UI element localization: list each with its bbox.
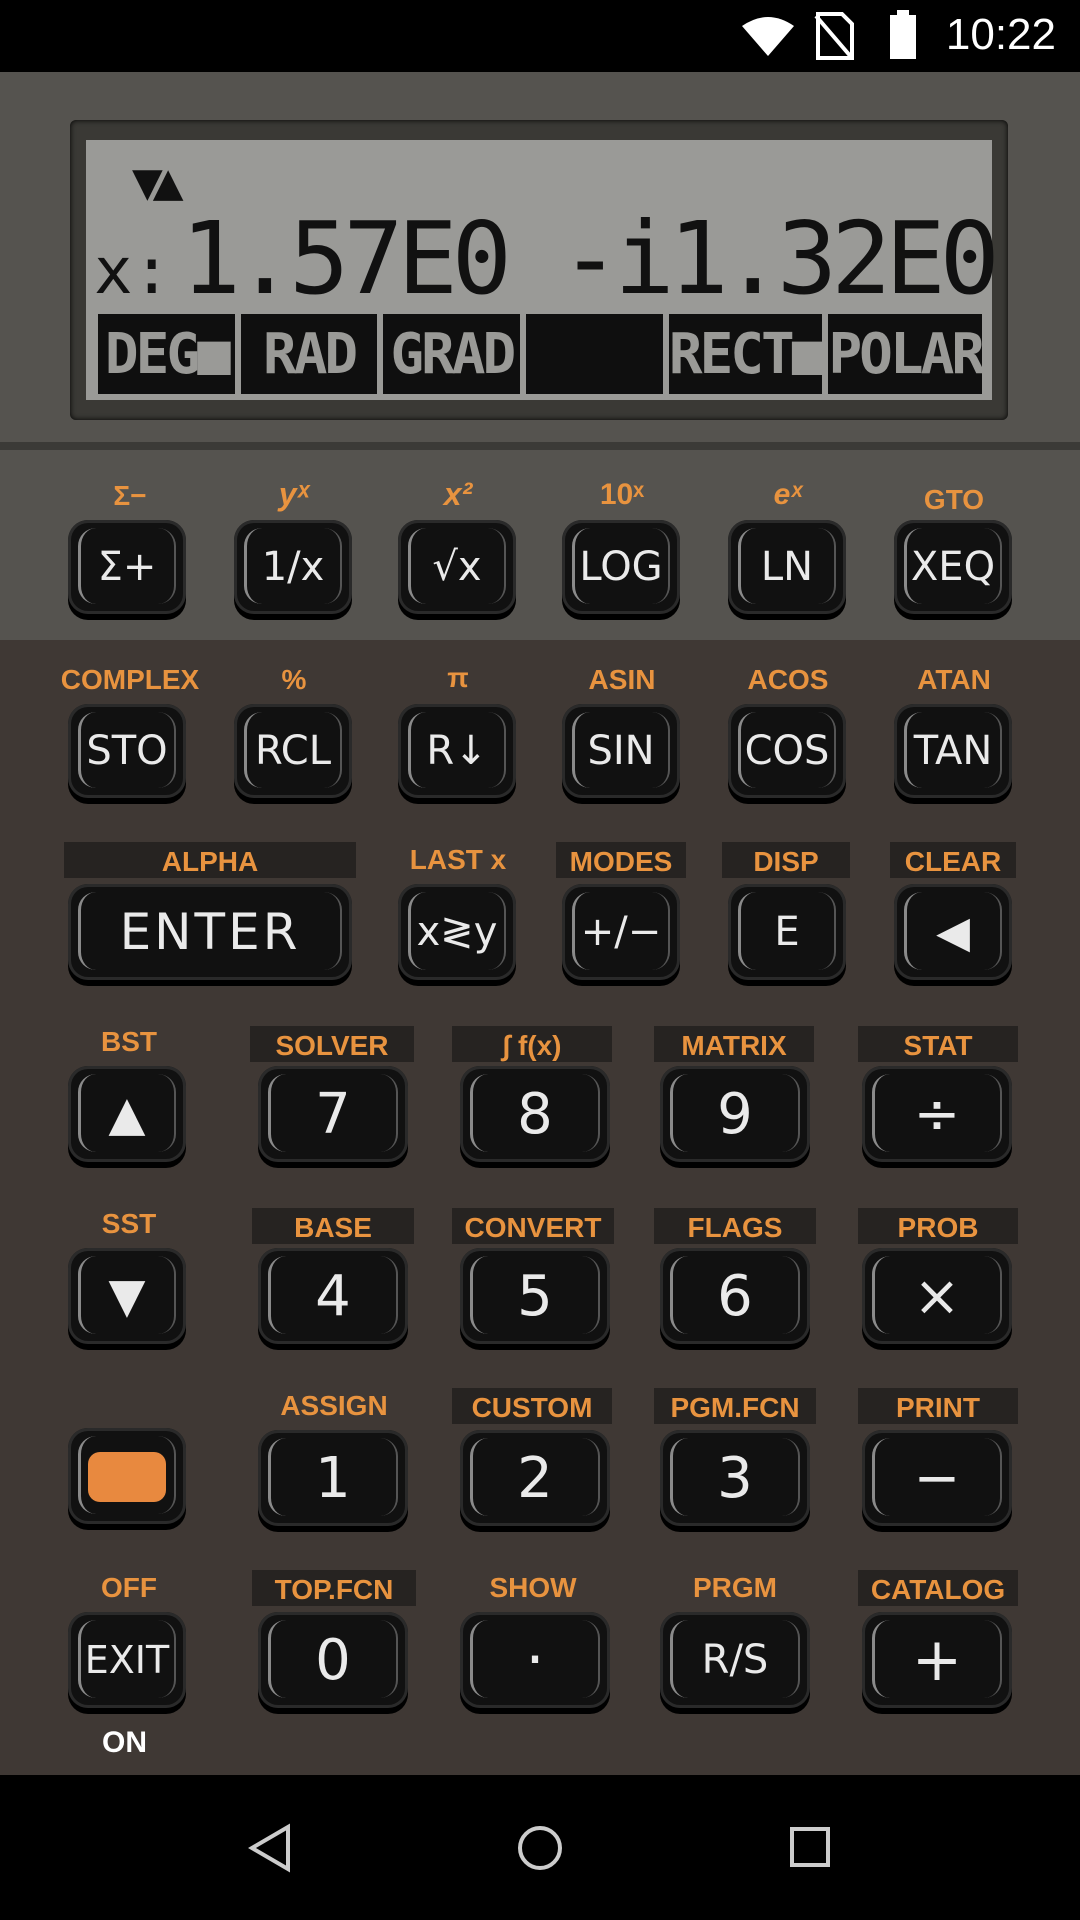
- wifi-icon: [742, 17, 794, 56]
- ln-key[interactable]: LN: [728, 520, 846, 614]
- shift-orange-indicator: [88, 1452, 166, 1502]
- tan-key[interactable]: TAN: [894, 704, 1012, 798]
- x-register: x: 1.57E0 -i1.32E0: [94, 200, 1000, 317]
- back-icon[interactable]: [248, 1823, 292, 1873]
- shift-bst: BST: [101, 1026, 157, 1057]
- shift-prob: PROB: [858, 1208, 1018, 1244]
- add-key[interactable]: +: [862, 1612, 1012, 1708]
- exit-key[interactable]: EXIT: [68, 1612, 186, 1708]
- x-swap-y-key[interactable]: x≷y: [398, 884, 516, 980]
- shift-y-pow-x: yˣ: [278, 476, 310, 512]
- decimal-point-key[interactable]: ·: [460, 1612, 610, 1708]
- shift-key[interactable]: [68, 1428, 186, 1524]
- digit-9-key[interactable]: 9: [660, 1066, 810, 1162]
- digit-3-key[interactable]: 3: [660, 1430, 810, 1526]
- exponent-key[interactable]: E: [728, 884, 846, 980]
- shift-custom: CUSTOM: [452, 1388, 612, 1424]
- shift-alpha: ALPHA: [64, 842, 356, 878]
- shift-print: PRINT: [858, 1388, 1018, 1424]
- enter-key[interactable]: ENTER: [68, 884, 352, 980]
- roll-down-key[interactable]: R↓: [398, 704, 516, 798]
- shift-e-pow-x: eˣ: [773, 478, 803, 511]
- shift-catalog: CATALOG: [858, 1570, 1018, 1606]
- shift-clear: CLEAR: [890, 842, 1016, 878]
- backspace-arrow-icon: ◀: [936, 906, 970, 958]
- digit-4-key[interactable]: 4: [258, 1248, 408, 1344]
- digit-7-key[interactable]: 7: [258, 1066, 408, 1162]
- shift-percent: %: [281, 664, 307, 695]
- shift-disp: DISP: [722, 842, 850, 878]
- shift-complex: COMPLEX: [60, 664, 200, 695]
- backspace-key[interactable]: ◀: [894, 884, 1012, 980]
- home-icon[interactable]: [516, 1823, 564, 1873]
- shift-pi: π: [447, 662, 469, 693]
- shift-top-fcn: TOP.FCN: [252, 1570, 416, 1606]
- shift-flags: FLAGS: [654, 1208, 816, 1244]
- status-bar: 10:22: [0, 0, 1080, 72]
- recents-icon[interactable]: [788, 1825, 832, 1869]
- x-register-label: x:: [94, 235, 172, 309]
- log-key[interactable]: LOG: [562, 520, 680, 614]
- divide-key[interactable]: ÷: [862, 1066, 1012, 1162]
- navigation-bar: [0, 1775, 1080, 1920]
- xeq-key[interactable]: XEQ: [894, 520, 1012, 614]
- digit-0-key[interactable]: 0: [258, 1612, 408, 1708]
- shift-integrate: ∫ f(x): [452, 1026, 612, 1062]
- up-arrow-key[interactable]: ▲: [68, 1066, 186, 1162]
- shift-sst: SST: [101, 1208, 157, 1239]
- down-arrow-key[interactable]: ▼: [68, 1248, 186, 1344]
- digit-2-key[interactable]: 2: [460, 1430, 610, 1526]
- digit-5-key[interactable]: 5: [460, 1248, 610, 1344]
- x-register-value: 1.57E0 -i1.32E0: [180, 200, 1000, 317]
- change-sign-key[interactable]: +/−: [562, 884, 680, 980]
- reciprocal-key[interactable]: 1/x: [234, 520, 352, 614]
- subtract-key[interactable]: −: [862, 1430, 1012, 1526]
- shift-gto: GTO: [923, 484, 985, 515]
- shift-matrix: MATRIX: [654, 1026, 814, 1062]
- digit-6-key[interactable]: 6: [660, 1248, 810, 1344]
- shift-ten-pow-x: 10ˣ: [599, 478, 645, 511]
- shift-prgm: PRGM: [693, 1572, 777, 1603]
- shift-pgm-fcn: PGM.FCN: [654, 1388, 816, 1424]
- shift-solver: SOLVER: [250, 1026, 414, 1062]
- digit-8-key[interactable]: 8: [460, 1066, 610, 1162]
- multiply-key[interactable]: ×: [862, 1248, 1012, 1344]
- digit-1-key[interactable]: 1: [258, 1430, 408, 1526]
- menu-empty[interactable]: [526, 314, 663, 394]
- status-time: 10:22: [945, 10, 1056, 59]
- shift-asin: ASIN: [588, 664, 656, 695]
- up-triangle-icon: ▲: [108, 1086, 146, 1142]
- shift-atan: ATAN: [917, 664, 991, 695]
- menu-deg[interactable]: DEG■: [98, 314, 235, 394]
- shift-modes: MODES: [556, 842, 686, 878]
- sqrt-key[interactable]: √x: [398, 520, 516, 614]
- shift-convert: CONVERT: [452, 1208, 614, 1244]
- shift-acos: ACOS: [747, 664, 829, 695]
- rcl-key[interactable]: RCL: [234, 704, 352, 798]
- shift-off: OFF: [101, 1572, 157, 1603]
- shift-show: SHOW: [489, 1572, 577, 1603]
- shift-sigma-minus: Σ−: [113, 480, 147, 511]
- battery-icon: [890, 10, 916, 59]
- shift-assign: ASSIGN: [280, 1390, 388, 1421]
- on-label: ON: [102, 1726, 147, 1759]
- cos-key[interactable]: COS: [728, 704, 846, 798]
- panel-divider: [0, 442, 1080, 450]
- menu-grad[interactable]: GRAD: [383, 314, 521, 394]
- run-stop-key[interactable]: R/S: [660, 1612, 810, 1708]
- sigma-plus-key[interactable]: Σ+: [68, 520, 186, 614]
- menu-polar[interactable]: POLAR: [828, 314, 985, 394]
- down-triangle-icon: ▼: [108, 1268, 146, 1324]
- menu-rect[interactable]: RECT■: [668, 314, 825, 394]
- no-sim-icon: [814, 12, 854, 60]
- sto-key[interactable]: STO: [68, 704, 186, 798]
- shift-base: BASE: [252, 1208, 414, 1244]
- shift-last-x: LAST x: [409, 844, 507, 875]
- sin-key[interactable]: SIN: [562, 704, 680, 798]
- menu-rad[interactable]: RAD: [240, 314, 378, 394]
- softkey-menu: DEG■ RAD GRAD RECT■ POLAR: [98, 314, 985, 394]
- shift-x-squared: x²: [443, 476, 473, 512]
- shift-stat: STAT: [858, 1026, 1018, 1062]
